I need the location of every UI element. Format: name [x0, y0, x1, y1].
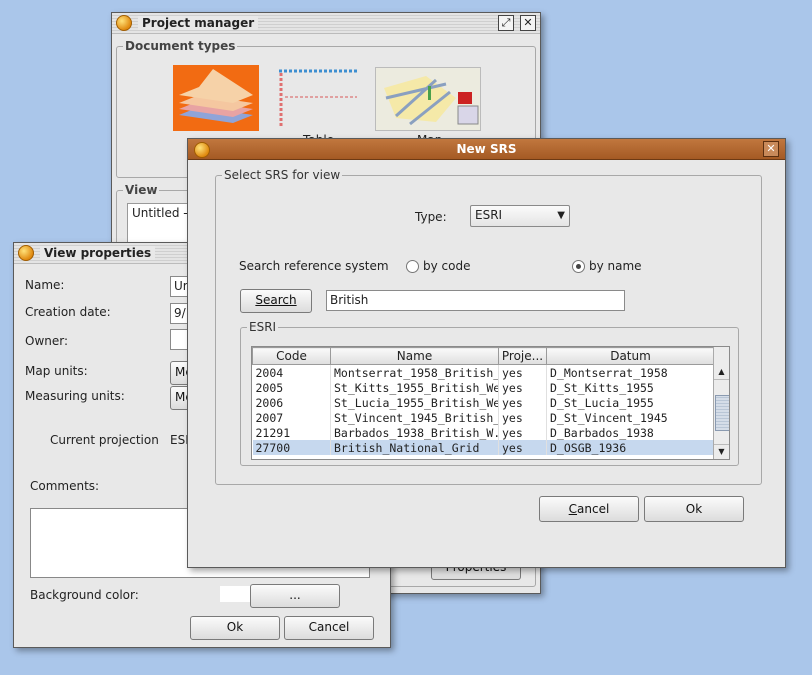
cell-projected: yes: [498, 395, 547, 410]
background-color-label: Background color:: [30, 588, 139, 602]
cell-name: St_Vincent_1945_British_W...: [330, 410, 499, 425]
table-row[interactable]: 2006 St_Lucia_1955_British_Wes... yes D_…: [252, 395, 715, 410]
view-properties-title: View properties: [40, 246, 156, 260]
map-icon: [376, 68, 480, 130]
scrollbar-thumb[interactable]: [715, 395, 729, 431]
cell-name: St_Kitts_1955_British_West...: [330, 380, 499, 395]
name-label: Name:: [25, 278, 65, 292]
table-icon: [279, 69, 357, 127]
table-row[interactable]: 2005 St_Kitts_1955_British_West... yes D…: [252, 380, 715, 395]
cell-projected: yes: [498, 364, 547, 380]
cell-name: British_National_Grid: [330, 440, 499, 455]
by-code-radio[interactable]: [406, 260, 419, 273]
new-srs-dialog: New SRS ✕ Select SRS for view Type: ESRI…: [187, 138, 786, 568]
type-select-value: ESRI: [475, 208, 503, 222]
select-srs-legend: Select SRS for view: [222, 168, 343, 182]
project-manager-titlebar[interactable]: Project manager ⤢ ✕: [112, 13, 540, 34]
cell-name: Montserrat_1958_British_...: [330, 364, 499, 380]
table-vertical-scrollbar[interactable]: ▲ ▼: [713, 347, 729, 459]
esri-results-group: ESRI Code Name Proje... Datum 2004 Monts…: [240, 320, 739, 466]
gvsig-app-icon: [18, 245, 34, 261]
by-name-radio[interactable]: [572, 260, 585, 273]
cell-code: 27700: [252, 440, 331, 455]
by-code-label[interactable]: by code: [423, 259, 470, 273]
by-name-label[interactable]: by name: [589, 259, 642, 273]
owner-label: Owner:: [25, 334, 69, 348]
scroll-down-arrow-icon[interactable]: ▼: [714, 444, 729, 459]
maximize-icon[interactable]: ⤢: [498, 15, 514, 31]
map-doc-type-icon[interactable]: [375, 67, 481, 131]
column-header-datum[interactable]: Datum: [546, 347, 715, 365]
background-color-button[interactable]: ...: [250, 584, 340, 608]
cell-code: 21291: [252, 425, 331, 440]
select-srs-group: Select SRS for view Type: ESRI ▼ Search …: [215, 168, 762, 485]
ok-button[interactable]: Ok: [644, 496, 744, 522]
search-input[interactable]: British: [326, 290, 625, 311]
cell-projected: yes: [498, 380, 547, 395]
cell-projected: yes: [498, 425, 547, 440]
cell-datum: D_St_Lucia_1955: [546, 395, 715, 410]
measuring-units-label: Measuring units:: [25, 389, 125, 403]
comments-label: Comments:: [30, 479, 100, 493]
new-srs-titlebar[interactable]: New SRS ✕: [188, 139, 785, 160]
column-header-projected[interactable]: Proje...: [498, 347, 547, 365]
table-row-selected[interactable]: 27700 British_National_Grid yes D_OSGB_1…: [252, 440, 715, 455]
search-button-label: Search: [255, 293, 297, 307]
type-label: Type:: [415, 210, 447, 224]
search-reference-label: Search reference system: [239, 259, 389, 273]
srs-table: Code Name Proje... Datum 2004 Montserrat…: [252, 347, 715, 455]
close-icon[interactable]: ✕: [520, 15, 536, 31]
cell-datum: D_Montserrat_1958: [546, 364, 715, 380]
esri-results-legend: ESRI: [247, 320, 279, 334]
cell-projected: yes: [498, 440, 547, 455]
cell-code: 2006: [252, 395, 331, 410]
layers-icon: [179, 69, 253, 123]
table-row[interactable]: 2004 Montserrat_1958_British_... yes D_M…: [252, 364, 715, 380]
cell-datum: D_OSGB_1936: [546, 440, 715, 455]
scroll-up-arrow-icon[interactable]: ▲: [714, 365, 729, 380]
column-header-code[interactable]: Code: [252, 347, 331, 365]
cell-code: 2004: [252, 364, 331, 380]
srs-table-header: Code Name Proje... Datum: [252, 347, 715, 365]
cell-name: Barbados_1938_British_W...: [330, 425, 499, 440]
view-legend: View: [123, 183, 160, 197]
map-units-label: Map units:: [25, 364, 88, 378]
column-header-name[interactable]: Name: [330, 347, 499, 365]
gvsig-app-icon: [194, 142, 210, 158]
cell-name: St_Lucia_1955_British_Wes...: [330, 395, 499, 410]
cell-datum: D_St_Vincent_1945: [546, 410, 715, 425]
cancel-button[interactable]: Cancel: [284, 616, 374, 640]
new-srs-title: New SRS: [456, 142, 517, 156]
cancel-button[interactable]: Cancel: [539, 496, 639, 522]
document-types-legend: Document types: [123, 39, 238, 53]
project-manager-title: Project manager: [138, 16, 259, 30]
close-icon[interactable]: ✕: [763, 141, 779, 157]
table-row[interactable]: 2007 St_Vincent_1945_British_W... yes D_…: [252, 410, 715, 425]
table-row[interactable]: 21291 Barbados_1938_British_W... yes D_B…: [252, 425, 715, 440]
ok-button[interactable]: Ok: [190, 616, 280, 640]
cell-code: 2005: [252, 380, 331, 395]
gvsig-app-icon: [116, 15, 132, 31]
creation-date-label: Creation date:: [25, 305, 111, 319]
chevron-down-icon: ▼: [557, 210, 565, 221]
current-projection-label: Current projection: [50, 433, 159, 447]
view-doc-type-icon[interactable]: [173, 65, 259, 131]
cell-datum: D_Barbados_1938: [546, 425, 715, 440]
cell-datum: D_St_Kitts_1955: [546, 380, 715, 395]
search-button[interactable]: Search: [240, 289, 312, 313]
type-select[interactable]: ESRI ▼: [470, 205, 570, 227]
srs-table-container: Code Name Proje... Datum 2004 Montserrat…: [251, 346, 730, 460]
table-doc-type-icon[interactable]: [275, 67, 361, 131]
background-color-swatch: [220, 586, 250, 602]
cell-code: 2007: [252, 410, 331, 425]
cancel-button-label: Cancel: [568, 502, 610, 516]
cell-projected: yes: [498, 410, 547, 425]
